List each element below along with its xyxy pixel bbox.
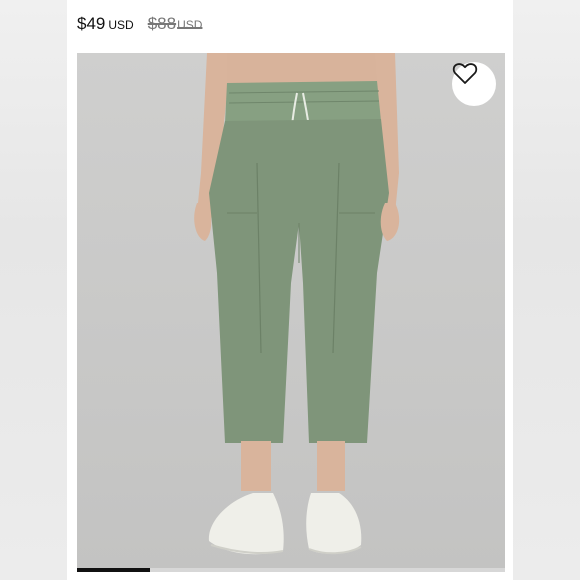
product-illustration [194, 53, 400, 555]
pants [209, 119, 389, 443]
right-shoe [306, 493, 362, 554]
price-row: $49 USD $88USD [77, 14, 202, 38]
left-ankle [241, 441, 271, 491]
right-blur-margin [513, 0, 580, 580]
current-price-amount: $49 [77, 14, 106, 33]
favorite-button[interactable] [452, 62, 496, 106]
product-photo[interactable] [77, 53, 505, 568]
original-price-amount: $88 [147, 14, 177, 33]
gallery-progress-fill [77, 568, 150, 572]
current-price: $49 USD [77, 14, 134, 34]
heart-outline-icon [452, 63, 478, 84]
original-price-currency: USD [177, 18, 203, 32]
original-price: $88USD [148, 14, 203, 34]
right-ankle [317, 441, 345, 491]
left-shoe [208, 493, 284, 555]
gallery-progress-track [77, 568, 505, 572]
left-blur-margin [0, 0, 67, 580]
torso [227, 53, 377, 85]
listing-card: $49 USD $88USD [67, 0, 513, 580]
current-price-currency: USD [108, 18, 134, 32]
